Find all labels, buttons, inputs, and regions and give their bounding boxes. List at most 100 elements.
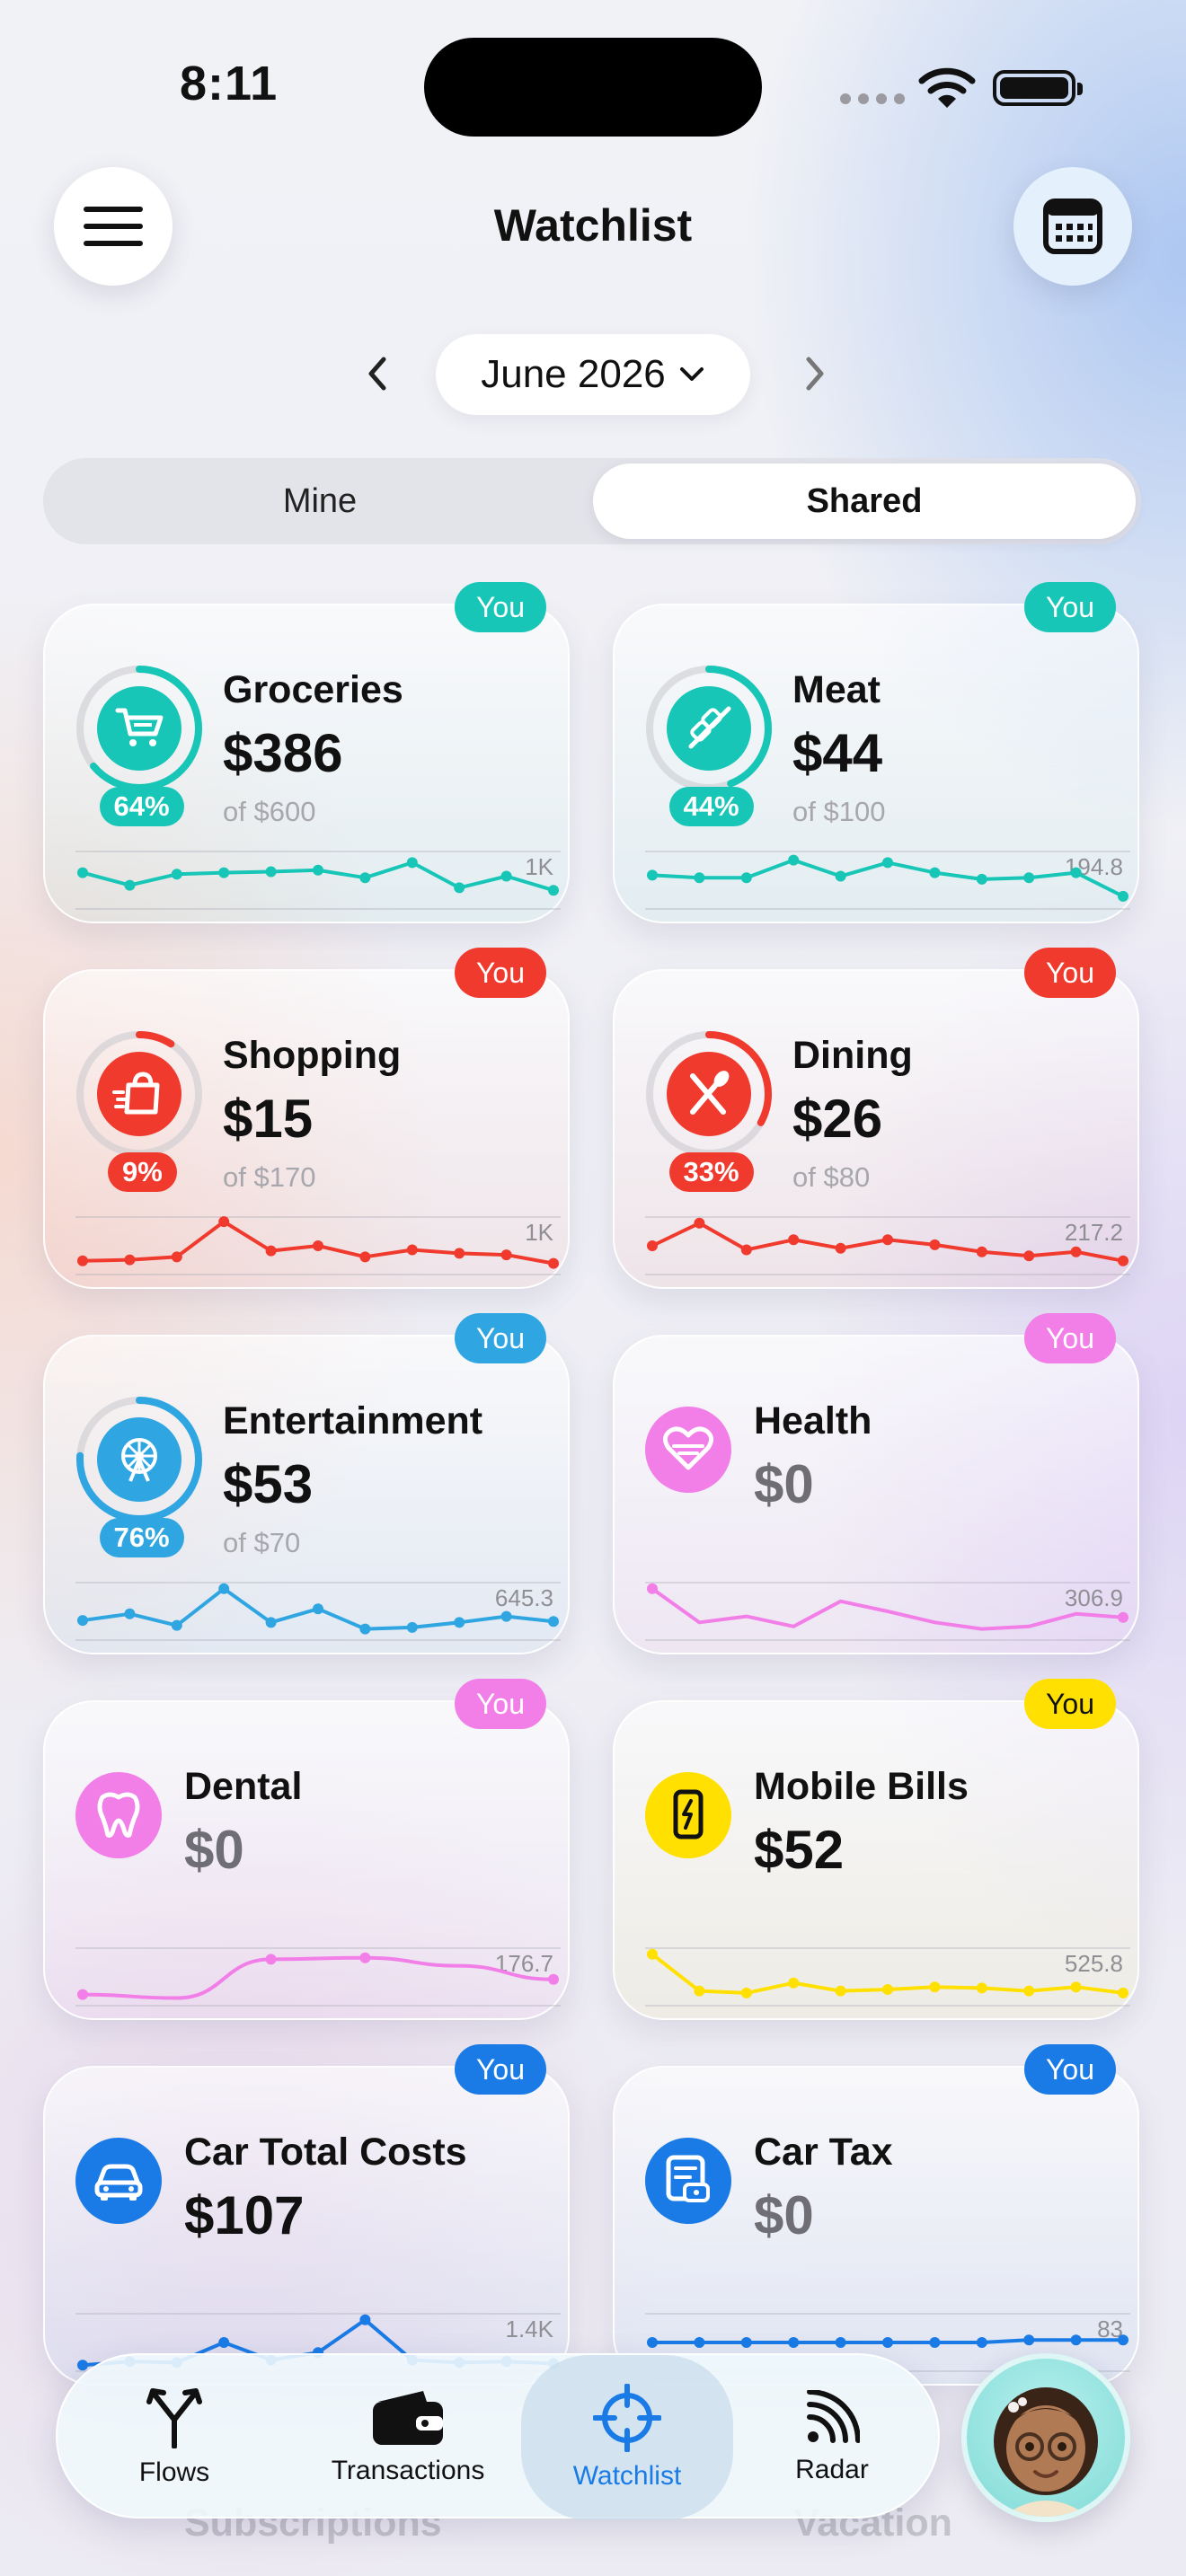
sparkline-point: [265, 1245, 277, 1257]
percent-badge: 44%: [668, 787, 754, 826]
segment-shared[interactable]: Shared: [593, 463, 1136, 539]
sparkline-point: [359, 872, 371, 884]
wallet-icon: [373, 2391, 443, 2445]
card-budget: of $170: [223, 1161, 316, 1193]
sparkline-point: [1118, 1255, 1128, 1266]
owner-badge: You: [1024, 582, 1116, 632]
sparkline: [645, 1216, 1130, 1275]
tab-radar[interactable]: Radar: [751, 2355, 913, 2520]
sparkline-point: [548, 1616, 559, 1628]
card-budget: of $100: [792, 796, 886, 827]
sparkline: [75, 1947, 561, 2007]
card-amount: $386: [223, 723, 343, 783]
sparkline-point: [1118, 1987, 1128, 1998]
owner-badge: You: [1024, 1679, 1116, 1729]
tab-watchlist[interactable]: Watchlist: [521, 2355, 733, 2520]
sparkline-point: [77, 1989, 88, 2000]
sparkline-point: [929, 1981, 941, 1993]
sparkline-point: [647, 2337, 658, 2348]
sparkline-point: [976, 873, 987, 885]
sparkline-point: [694, 872, 705, 884]
sparkline-point: [694, 2337, 705, 2348]
card-groceries[interactable]: You 64% Groceries $386 of $600 1K: [43, 582, 570, 923]
heart-icon: [645, 1407, 731, 1493]
card-shopping[interactable]: You 9% Shopping $15 of $170 1K: [43, 948, 570, 1289]
card-budget: of $600: [223, 796, 316, 827]
card-dining[interactable]: You 33% Dining $26 of $80 217.2: [613, 948, 1139, 1289]
card-amount: $53: [223, 1454, 314, 1514]
sparkline-point: [788, 1234, 800, 1246]
chevron-left-icon[interactable]: [355, 350, 402, 397]
sparkline-point: [647, 869, 658, 881]
month-picker[interactable]: June 2026: [436, 334, 750, 415]
card-dental[interactable]: You Dental $0 176.7: [43, 1679, 570, 2020]
sparkline-point: [835, 870, 846, 882]
dynamic-island: [424, 38, 762, 137]
card-title: Health: [754, 1399, 872, 1442]
ferris-wheel-icon: [97, 1417, 181, 1502]
cellular-signal-icon: [840, 93, 905, 104]
battery-icon: [993, 70, 1083, 106]
owner-badge: You: [1024, 948, 1116, 998]
sparkline-point: [976, 1982, 987, 1994]
status-time: 8:11: [180, 57, 279, 110]
card-title: Mobile Bills: [754, 1765, 969, 1808]
sparkline: [645, 1947, 1130, 2007]
segment-mine[interactable]: Mine: [49, 463, 591, 539]
card-car-total-costs[interactable]: You Car Total Costs $107 1.4K: [43, 2044, 570, 2386]
sparkline-point: [694, 1217, 705, 1229]
sparkline-point: [548, 1257, 559, 1269]
sparkline-point: [171, 869, 182, 880]
sparkline-point: [1070, 1246, 1082, 1257]
card-title: Dining: [792, 1034, 913, 1077]
calendar-icon: [1043, 198, 1102, 254]
sparkline-point: [1118, 2334, 1128, 2346]
card-amount: $52: [754, 1820, 845, 1880]
sparkline-point: [740, 2337, 752, 2348]
sparkline-point: [265, 1954, 277, 1965]
avatar[interactable]: [961, 2353, 1130, 2522]
card-meat[interactable]: You 44% Meat $44 of $100 194.8: [613, 582, 1139, 923]
card-entertainment[interactable]: You 76% Entertainment $53 of $70 645.3: [43, 1313, 570, 1654]
sparkline-point: [976, 1246, 987, 1257]
sparkline: [645, 1582, 1130, 1641]
card-car-tax[interactable]: You Car Tax $0 83: [613, 2044, 1139, 2386]
card-title: Groceries: [223, 668, 403, 711]
sparkline-point: [929, 1239, 941, 1250]
sparkline-point: [647, 1240, 658, 1251]
owner-badge: You: [455, 582, 546, 632]
chevron-right-icon[interactable]: [791, 350, 837, 397]
sparkline-point: [788, 2337, 800, 2348]
sparkline-point: [265, 1617, 277, 1628]
owner-badge: You: [1024, 2044, 1116, 2095]
sparkline-point: [1070, 867, 1082, 878]
sparkline-point: [218, 1216, 230, 1228]
sparkline-point: [124, 1254, 136, 1266]
sparkline-point: [454, 882, 465, 894]
sparkline-point: [548, 1973, 559, 1985]
tab-flows[interactable]: Flows: [84, 2355, 264, 2520]
tab-transactions[interactable]: Transactions: [300, 2355, 516, 2520]
card-amount: $26: [792, 1089, 883, 1149]
segmented-control: Mine Shared: [43, 458, 1141, 544]
owner-badge: You: [455, 1679, 546, 1729]
sparkline: [75, 1216, 561, 1275]
sparkline-point: [218, 1583, 230, 1594]
car-document-icon: [645, 2138, 731, 2224]
calendar-button[interactable]: [1013, 167, 1132, 286]
card-mobile-bills[interactable]: You Mobile Bills $52 525.8: [613, 1679, 1139, 2020]
sparkline-point: [359, 1952, 371, 1963]
card-title: Car Total Costs: [184, 2130, 467, 2174]
sparkline-point: [1118, 890, 1128, 902]
sparkline-point: [265, 866, 277, 878]
tab-bar: Flows Transactions Watchlist Radar: [56, 2353, 940, 2520]
card-amount: $107: [184, 2185, 305, 2245]
card-title: Shopping: [223, 1034, 402, 1077]
sparkline-point: [740, 1244, 752, 1256]
sparkline-point: [1023, 872, 1035, 884]
page-title: Watchlist: [493, 200, 693, 251]
sparkline-point: [788, 1977, 800, 1989]
sparkline-point: [359, 1623, 371, 1635]
sparkline-point: [835, 1985, 846, 1997]
card-health[interactable]: You Health $0 306.9: [613, 1313, 1139, 1654]
